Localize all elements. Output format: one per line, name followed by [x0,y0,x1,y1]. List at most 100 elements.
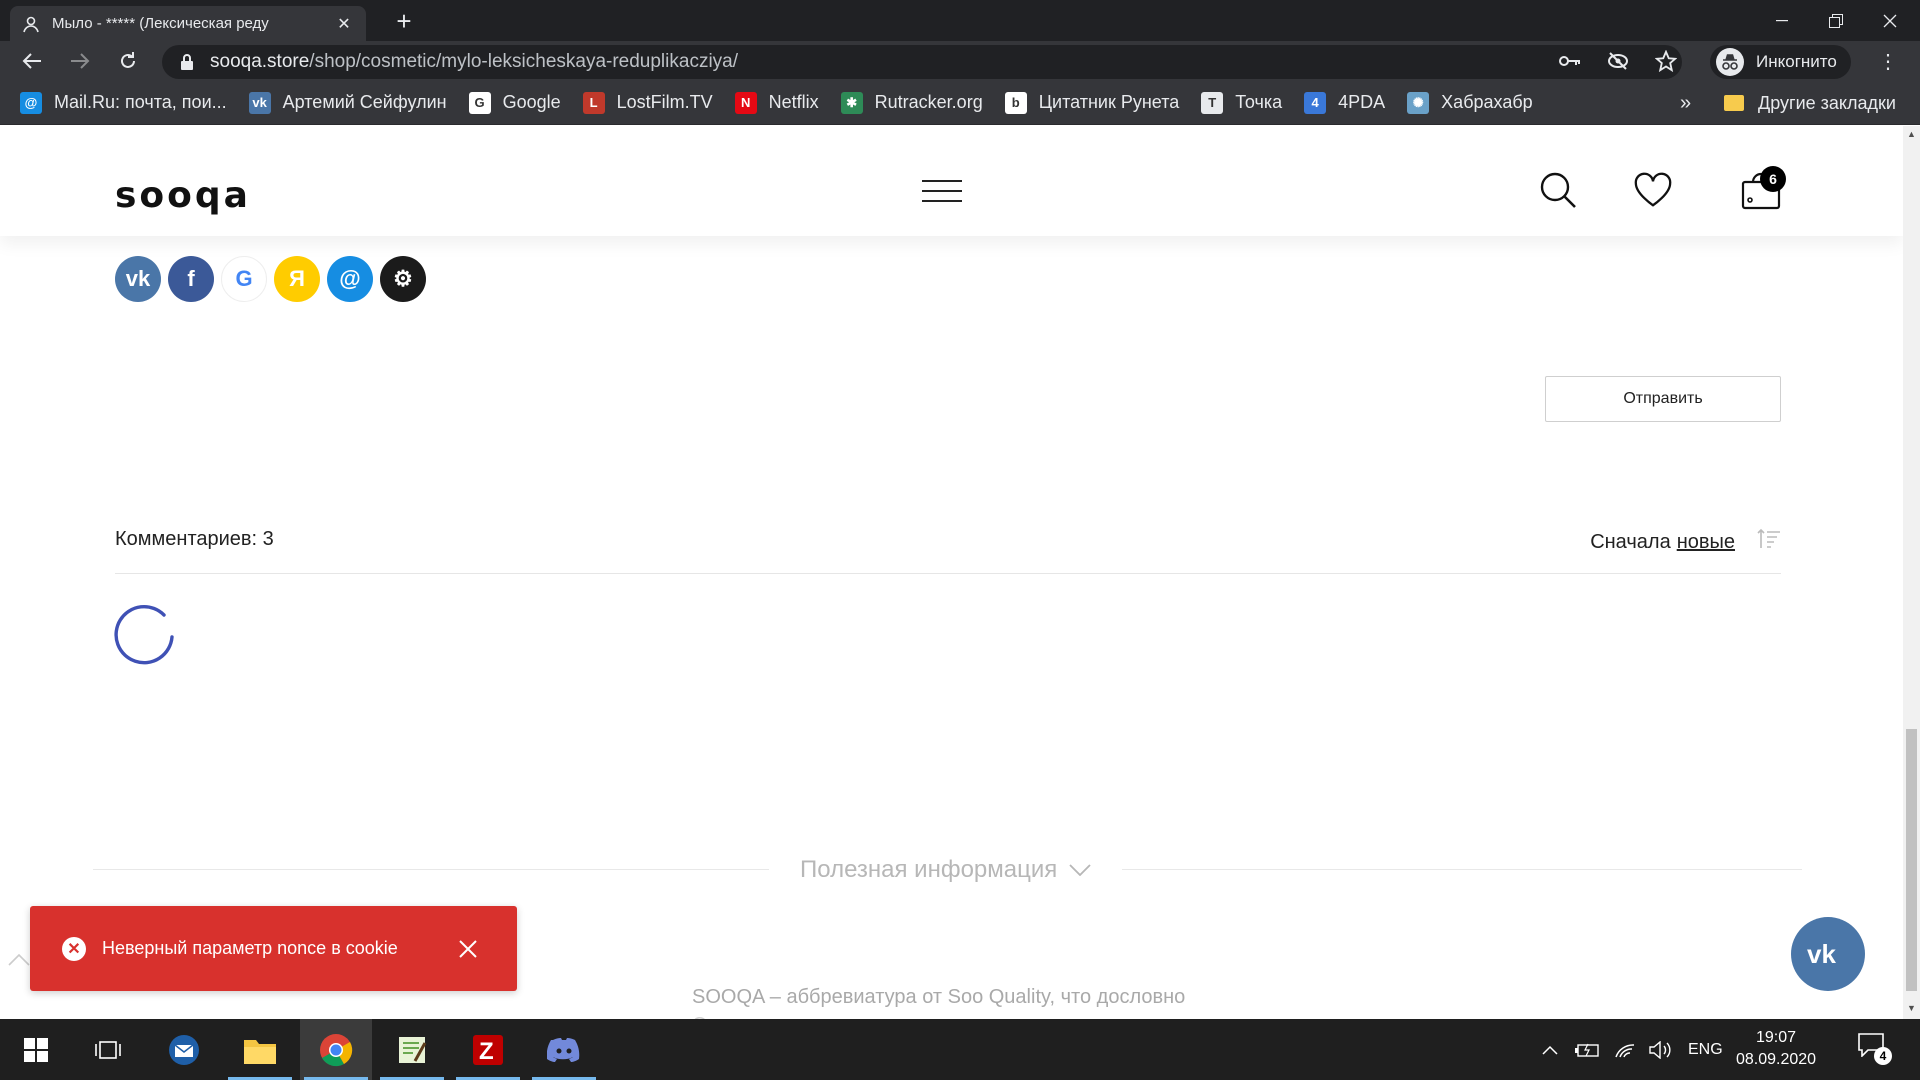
restore-button[interactable] [1806,0,1866,41]
footer-line-2: Очень качественно [692,1011,1185,1019]
bookmark-item[interactable]: b Цитатник Рунета [1004,91,1180,114]
sort-order-link[interactable]: новые [1677,531,1735,554]
bookmarks-overflow-button[interactable]: » [1680,81,1691,125]
browser-menu-icon[interactable]: ⋮ [1876,49,1900,73]
browser-tab[interactable]: Мыло - ***** (Лексическая реду ✕ [10,6,366,41]
address-bar[interactable]: sooqa.store/shop/cosmetic/mylo-leksiches… [162,45,1682,79]
windows-taskbar: Z ENG 19:07 08.09.2020 4 [0,1019,1920,1080]
wifi-icon[interactable] [1614,1019,1636,1080]
other-bookmarks-label: Другие закладки [1758,92,1896,113]
bookmark-label: Цитатник Рунета [1038,92,1180,112]
thunderbird-app[interactable] [148,1019,220,1080]
comments-count: Комментариев: 3 [115,528,274,550]
tray-overflow-icon[interactable] [1542,1019,1558,1080]
sort-prefix: Сначала [1590,530,1671,553]
incognito-avatar-icon [1716,48,1744,76]
rutracker-icon: ✱ [840,91,863,114]
input-language[interactable]: ENG [1688,1019,1723,1080]
browser-toolbar: sooqa.store/shop/cosmetic/mylo-leksiches… [0,41,1920,81]
battery-icon[interactable] [1574,1019,1600,1080]
search-icon[interactable] [1538,170,1578,210]
thunderbird-icon [169,1034,199,1065]
footer-description: SOOQA – аббревиатура от Soo Quality, что… [692,983,1185,1019]
tab-close-icon[interactable]: ✕ [334,14,354,34]
task-view-icon [95,1040,121,1059]
bookmark-item[interactable]: 4 4PDA [1304,91,1386,114]
filezilla-app[interactable]: Z [452,1019,524,1080]
bookmark-item[interactable]: ✱ Rutracker.org [840,91,983,114]
mailru-icon: @ [20,91,42,114]
clock-time: 19:07 [1755,1029,1797,1046]
site-logo[interactable]: sooqa [115,178,251,214]
notification-center-icon[interactable]: 4 [1858,1033,1892,1065]
bookmark-item[interactable]: T Точка [1201,91,1282,114]
chrome-app[interactable] [300,1019,372,1080]
key-icon[interactable] [1558,49,1582,73]
scrollbar-thumb[interactable] [1906,729,1917,991]
bookmark-item[interactable]: G Google [468,91,561,114]
google-login-icon[interactable]: G [221,256,267,302]
toast-close-icon[interactable] [453,934,483,964]
new-tab-button[interactable]: + [390,8,418,36]
system-clock[interactable]: 19:07 08.09.2020 [1720,1027,1832,1071]
close-window-button[interactable] [1860,0,1920,41]
start-button[interactable] [0,1019,72,1080]
forward-button[interactable] [66,47,94,75]
error-icon: ✕ [62,936,86,961]
back-button[interactable] [18,47,46,75]
notepad-plus-app[interactable] [376,1019,448,1080]
incognito-profile-button[interactable]: Инкогнито [1710,45,1851,79]
steam-login-icon[interactable]: ⚙ [380,256,426,302]
volume-icon[interactable] [1648,1019,1672,1080]
facebook-login-icon[interactable]: f [168,256,214,302]
vk-icon: vk [248,91,271,114]
wishlist-heart-icon[interactable] [1633,170,1673,210]
url-host: sooqa.store [210,51,310,72]
useful-info-toggle[interactable]: Полезная информация [800,856,1091,884]
scroll-up-arrow-icon[interactable]: ▲ [1907,130,1916,139]
bookmark-star-icon[interactable] [1654,49,1678,73]
yandex-login-icon[interactable]: Я [274,256,320,302]
minimize-button[interactable] [1752,0,1812,41]
bookmark-label: Хабрахабр [1441,92,1533,112]
bookmark-label: Rutracker.org [874,92,983,112]
folder-icon [244,1039,276,1064]
sort-icon[interactable] [1757,528,1781,556]
clock-date: 08.09.2020 [1735,1051,1817,1068]
bookmark-item[interactable]: vk Артемий Сейфулин [248,91,447,114]
bookmark-label: 4PDA [1338,92,1386,112]
page-scrollbar[interactable]: ▲ ▼ [1903,126,1920,1019]
bookmark-item[interactable]: ✺ Хабрахабр [1407,91,1533,114]
comments-divider [115,573,1781,574]
comments-sort: Сначала новые [1590,528,1781,556]
tracking-blocked-icon[interactable] [1606,49,1630,73]
task-view-button[interactable] [72,1019,144,1080]
google-icon: G [468,91,491,114]
windows-logo-icon [24,1037,48,1062]
url-path: /shop/cosmetic/mylo-leksicheskaya-redupl… [309,51,739,72]
tochka-icon: T [1201,91,1224,114]
scroll-down-arrow-icon[interactable]: ▼ [1907,1004,1916,1013]
notepad-plus-icon [399,1036,427,1063]
chrome-icon [320,1033,353,1066]
social-login-row: vk f G Я @ ⚙ [115,256,426,302]
vk-widget-button[interactable]: vk [1791,917,1865,991]
scroll-top-icon[interactable] [8,953,32,977]
browser-tab-strip: Мыло - ***** (Лексическая реду ✕ + [0,0,1920,41]
bookmark-item[interactable]: @ Mail.Ru: почта, пои... [20,91,227,114]
discord-app[interactable] [528,1019,600,1080]
reload-button[interactable] [114,47,142,75]
footer-line-1: SOOQA – аббревиатура от Soo Quality, что… [692,986,1186,1008]
loading-spinner-icon [114,601,178,665]
other-bookmarks-folder[interactable]: Другие закладки [1724,81,1896,125]
file-explorer-app[interactable] [224,1019,296,1080]
menu-hamburger-icon[interactable] [922,180,962,204]
mailru-login-icon[interactable]: @ [327,256,373,302]
netflix-icon: N [734,91,757,114]
info-divider-left [93,869,769,870]
bookmark-item[interactable]: N Netflix [734,91,819,114]
submit-comment-button[interactable]: Отправить [1545,376,1781,422]
vk-login-icon[interactable]: vk [115,256,161,302]
bookmark-item[interactable]: L LostFilm.TV [582,91,713,114]
svg-text:Z: Z [479,1038,494,1065]
